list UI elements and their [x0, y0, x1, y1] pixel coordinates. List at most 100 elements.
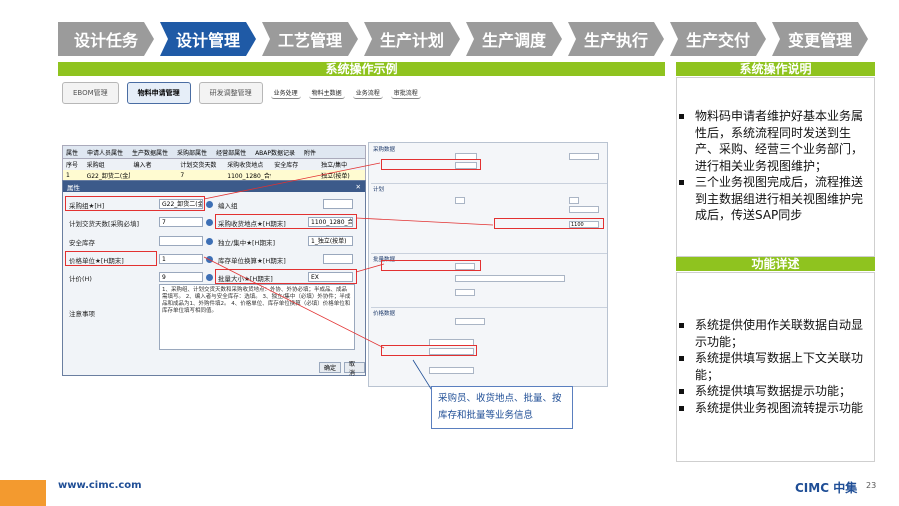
- tab-process-management[interactable]: 工艺管理: [262, 22, 358, 56]
- workflow-steps: EBOM管理 物料申请管理 研发调整管理 业务处理 物料主数据 业务流程 审批流…: [62, 82, 421, 104]
- step-business[interactable]: 业务处理: [270, 87, 301, 99]
- dialog-titlebar: 属性 ✕: [63, 181, 365, 192]
- material-view-panel: 采购数据 计划 批量数据 价格数据 1100: [368, 142, 608, 387]
- menu-item[interactable]: 属性: [66, 148, 78, 157]
- stock-unit-input[interactable]: [323, 254, 353, 264]
- step-material-request[interactable]: 物料申请管理: [126, 82, 191, 104]
- tab-design-management[interactable]: 设计管理: [160, 22, 256, 56]
- table-cell: G22_卸货二(金属): [86, 173, 131, 180]
- highlight-box: [381, 260, 481, 271]
- highlight-box: [65, 196, 205, 211]
- help-icon[interactable]: [206, 256, 213, 263]
- list-item: 三个业务视图完成后，流程推送到主数据组进行相关视图维护完成后，传送SAP同步: [677, 174, 869, 224]
- step-label: 研发调整管理: [209, 89, 252, 97]
- description-list: 物料码申请者维护好基本业务属性后，系统流程同时发送到生产、采购、经营三个业务部门…: [677, 108, 869, 224]
- step-rd-adjust[interactable]: 研发调整管理: [198, 82, 263, 104]
- menu-item[interactable]: 采购部属性: [177, 148, 207, 157]
- field-input[interactable]: [455, 275, 565, 282]
- column-header: 采购组: [86, 162, 105, 169]
- highlight-box: [381, 345, 477, 356]
- button-label: 确定: [324, 365, 337, 372]
- help-icon[interactable]: [206, 238, 213, 245]
- tab-label: 生产交付: [685, 31, 750, 50]
- list-item: 系统提供填写数据提示功能；: [677, 383, 869, 400]
- cancel-button[interactable]: 取消: [344, 361, 365, 377]
- process-tabs: 设计任务 设计管理 工艺管理 生产计划 生产调度 生产执行 生产交付 变更管理: [58, 22, 874, 56]
- highlight-box: [215, 269, 357, 284]
- column-header: 安全库存: [274, 162, 299, 169]
- tab-label: 生产执行: [583, 31, 648, 50]
- field-input[interactable]: [569, 206, 599, 213]
- field-input[interactable]: [455, 197, 465, 204]
- menu-item[interactable]: 经营部属性: [216, 148, 246, 157]
- field-input[interactable]: [455, 289, 475, 296]
- menu-item[interactable]: 申请人员属性: [87, 148, 123, 157]
- step-approval[interactable]: 审批流程: [390, 87, 421, 99]
- step-flow[interactable]: 业务流程: [352, 87, 383, 99]
- tab-change-management[interactable]: 变更管理: [772, 22, 868, 56]
- menu-item[interactable]: 附件: [304, 148, 316, 157]
- list-item: 物料码申请者维护好基本业务属性后，系统流程同时发送到生产、采购、经营三个业务部门…: [677, 108, 869, 174]
- highlight-box: [65, 251, 157, 266]
- column-header: 编入者: [133, 162, 152, 169]
- planner-input[interactable]: [323, 199, 353, 209]
- section-label: 采购数据: [373, 147, 396, 153]
- footer-url[interactable]: www.cimc.com: [58, 480, 142, 491]
- section-title-text: 系统操作示例: [325, 62, 398, 76]
- tab-design-task[interactable]: 设计任务: [58, 22, 154, 56]
- grid-header: 序号 采购组 编入者 计划交货天数 采购收货地点 安全库存 独立/集中: [63, 159, 365, 170]
- tab-production-execution[interactable]: 生产执行: [568, 22, 664, 56]
- tab-label: 工艺管理: [277, 31, 342, 50]
- tab-label: 变更管理: [787, 31, 852, 50]
- step-ebom[interactable]: EBOM管理: [62, 82, 119, 104]
- step-label: 物料主数据: [311, 90, 342, 97]
- delivery-days-input[interactable]: 7: [159, 217, 203, 227]
- column-header: 独立/集中: [321, 162, 348, 169]
- attribute-dialog: 属性 ✕ 采购组★[H] G22_卸货二(金属) 编入组 计划交货天数[采购必填…: [62, 180, 366, 377]
- safety-stock-input[interactable]: [159, 236, 203, 246]
- highlight-box: [215, 214, 357, 229]
- callout-note: 采购员、收货地点、批量、按库存和批量等业务信息: [431, 386, 573, 429]
- dialog-title: 属性: [67, 183, 80, 192]
- help-icon[interactable]: [206, 219, 213, 226]
- price-input[interactable]: 9: [159, 272, 203, 282]
- list-item: 系统提供使用作关联数据自动显示功能；: [677, 317, 869, 350]
- help-icon[interactable]: [206, 201, 213, 208]
- button-label: 取消: [349, 360, 356, 377]
- notes-textarea[interactable]: 1、采购组、计划交货天数和采购收货地点：外协、外协必填；半成品、成品需填写。 2…: [159, 284, 355, 350]
- field-label: 编入组: [218, 202, 238, 210]
- ok-button[interactable]: 确定: [319, 362, 342, 373]
- column-header: 采购收货地点: [227, 162, 264, 169]
- section-label: 价格数据: [373, 311, 396, 317]
- tab-label: 生产计划: [379, 31, 444, 50]
- tab-production-plan[interactable]: 生产计划: [364, 22, 460, 56]
- tab-production-dispatch[interactable]: 生产调度: [466, 22, 562, 56]
- field-label: 独立/集中★[H期末]: [218, 239, 275, 247]
- menu-item[interactable]: 生产数据属性: [132, 148, 168, 157]
- field-input[interactable]: [569, 197, 579, 204]
- tab-label: 设计管理: [175, 31, 240, 50]
- step-label: 审批流程: [393, 90, 418, 97]
- field-label: 计价(H): [69, 275, 92, 283]
- table-cell: 7: [180, 172, 185, 179]
- section-title-text: 系统操作说明: [739, 62, 812, 76]
- highlight-box: [494, 218, 604, 229]
- table-cell: 1100_1280_合作...: [227, 173, 271, 180]
- field-input[interactable]: [455, 318, 485, 325]
- column-header: 计划交货天数: [180, 162, 217, 169]
- highlight-box: [381, 159, 481, 170]
- close-icon[interactable]: ✕: [356, 183, 361, 191]
- field-label: 安全库存: [69, 239, 95, 247]
- step-master-data[interactable]: 物料主数据: [308, 87, 345, 99]
- field-input[interactable]: [569, 153, 599, 160]
- independent-select[interactable]: 1_独立(按单): [308, 236, 353, 246]
- section-label: 计划: [373, 187, 385, 193]
- tab-production-delivery[interactable]: 生产交付: [670, 22, 766, 56]
- step-label: EBOM管理: [73, 89, 108, 97]
- price-unit-input[interactable]: 1: [159, 254, 203, 264]
- menu-item[interactable]: ABAP数据记录: [255, 148, 295, 157]
- field-input[interactable]: [429, 367, 474, 374]
- table-cell: 1: [66, 172, 70, 179]
- tab-label: 设计任务: [73, 31, 138, 50]
- help-icon[interactable]: [206, 274, 213, 281]
